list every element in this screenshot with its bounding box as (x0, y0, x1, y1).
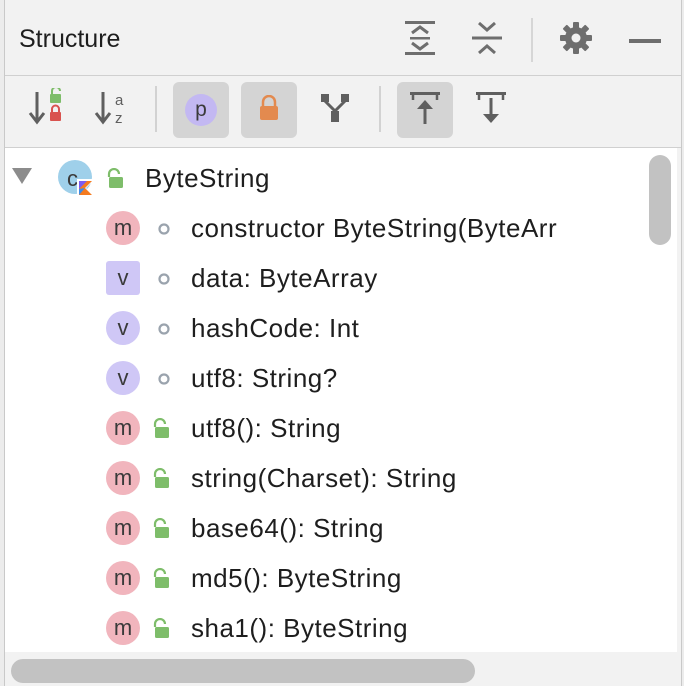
tree-item-row[interactable]: m string(Charset): String (5, 451, 677, 501)
autoscroll-to-source-button[interactable] (397, 82, 453, 138)
tree-item-label: sha1(): ByteString (191, 613, 409, 643)
horizontal-scrollbar-thumb[interactable] (11, 659, 475, 683)
public-lock-icon (151, 568, 171, 589)
show-inherited-button[interactable] (307, 82, 363, 138)
expand-toggle-icon[interactable] (11, 167, 33, 190)
lock-icon (258, 94, 280, 126)
minimize-icon (629, 31, 661, 49)
tree-item-label: utf8(): String (191, 413, 342, 443)
tree-item-label: string(Charset): String (191, 463, 457, 493)
tree-item-row[interactable]: v data: ByteArray (5, 251, 677, 301)
property-label: p (195, 98, 207, 121)
structure-panel: Structure a z p c ByteString m construct… (4, 0, 682, 686)
panel-title: Structure (19, 25, 121, 53)
tree-item-row[interactable]: m utf8(): String (5, 401, 677, 451)
public-lock-icon (105, 168, 125, 189)
method-icon: m (106, 211, 140, 245)
vertical-scrollbar-thumb[interactable] (649, 155, 671, 245)
property-p-icon: p (185, 94, 217, 126)
gear-icon (559, 21, 593, 60)
inherited-icon (318, 91, 352, 130)
tree-root-row[interactable]: c ByteString (5, 151, 677, 201)
method-icon: m (106, 461, 140, 495)
sort-visibility-icon (27, 85, 67, 133)
settings-button[interactable] (556, 20, 596, 60)
package-private-dot-icon (154, 269, 174, 289)
tree-item-label: utf8: String? (191, 363, 338, 393)
collapse-all-icon (471, 20, 503, 61)
structure-tree[interactable]: c ByteString m constructor ByteString(Byt… (5, 148, 677, 652)
method-icon: m (106, 511, 140, 545)
hide-panel-button[interactable] (625, 20, 665, 60)
show-non-public-button[interactable] (241, 82, 297, 138)
variable-icon: v (106, 361, 140, 395)
sort-alphabetically-button[interactable]: a z (85, 82, 141, 138)
header-separator (531, 18, 533, 62)
tree-item-row[interactable]: m sha1(): ByteString (5, 601, 677, 651)
svg-text:c: c (67, 166, 78, 191)
show-properties-button[interactable]: p (173, 82, 229, 138)
svg-text:z: z (115, 110, 123, 127)
package-private-dot-icon (154, 369, 174, 389)
svg-text:a: a (115, 92, 124, 109)
package-private-dot-icon (154, 219, 174, 239)
autoscroll-from-source-icon (474, 90, 508, 131)
tree-item-label: md5(): ByteString (191, 563, 402, 593)
tree-item-row[interactable]: m base64(): String (5, 501, 677, 551)
public-lock-icon (151, 618, 171, 639)
kotlin-class-icon: c (57, 159, 97, 204)
tree-item-row[interactable]: v utf8: String? (5, 351, 677, 401)
autoscroll-from-source-button[interactable] (463, 82, 519, 138)
structure-toolbar: a z p (5, 76, 681, 148)
public-lock-icon (151, 468, 171, 489)
expand-all-icon (404, 20, 436, 61)
public-lock-icon (151, 518, 171, 539)
tree-item-label: hashCode: Int (191, 313, 360, 343)
sort-by-visibility-button[interactable] (19, 82, 75, 138)
method-icon: m (106, 611, 140, 645)
tree-item-label: constructor ByteString(ByteArr (191, 213, 558, 243)
toolbar-separator (379, 86, 381, 132)
tree-item-label: base64(): String (191, 513, 384, 543)
public-lock-icon (151, 418, 171, 439)
toolbar-separator (155, 86, 157, 132)
tree-item-row[interactable]: m constructor ByteString(ByteArr (5, 201, 677, 251)
expand-all-button[interactable] (400, 20, 440, 60)
method-icon: m (106, 561, 140, 595)
sort-alpha-icon: a z (93, 88, 133, 133)
collapse-all-button[interactable] (467, 20, 507, 60)
autoscroll-to-source-icon (408, 90, 442, 131)
variable-icon: v (106, 311, 140, 345)
method-icon: m (106, 411, 140, 445)
package-private-dot-icon (154, 319, 174, 339)
tree-item-row[interactable]: m md5(): ByteString (5, 551, 677, 601)
tree-item-label: data: ByteArray (191, 263, 378, 293)
panel-header: Structure (5, 0, 681, 76)
tree-root-label: ByteString (145, 163, 270, 193)
variable-icon: v (106, 261, 140, 295)
tree-item-row[interactable]: v hashCode: Int (5, 301, 677, 351)
